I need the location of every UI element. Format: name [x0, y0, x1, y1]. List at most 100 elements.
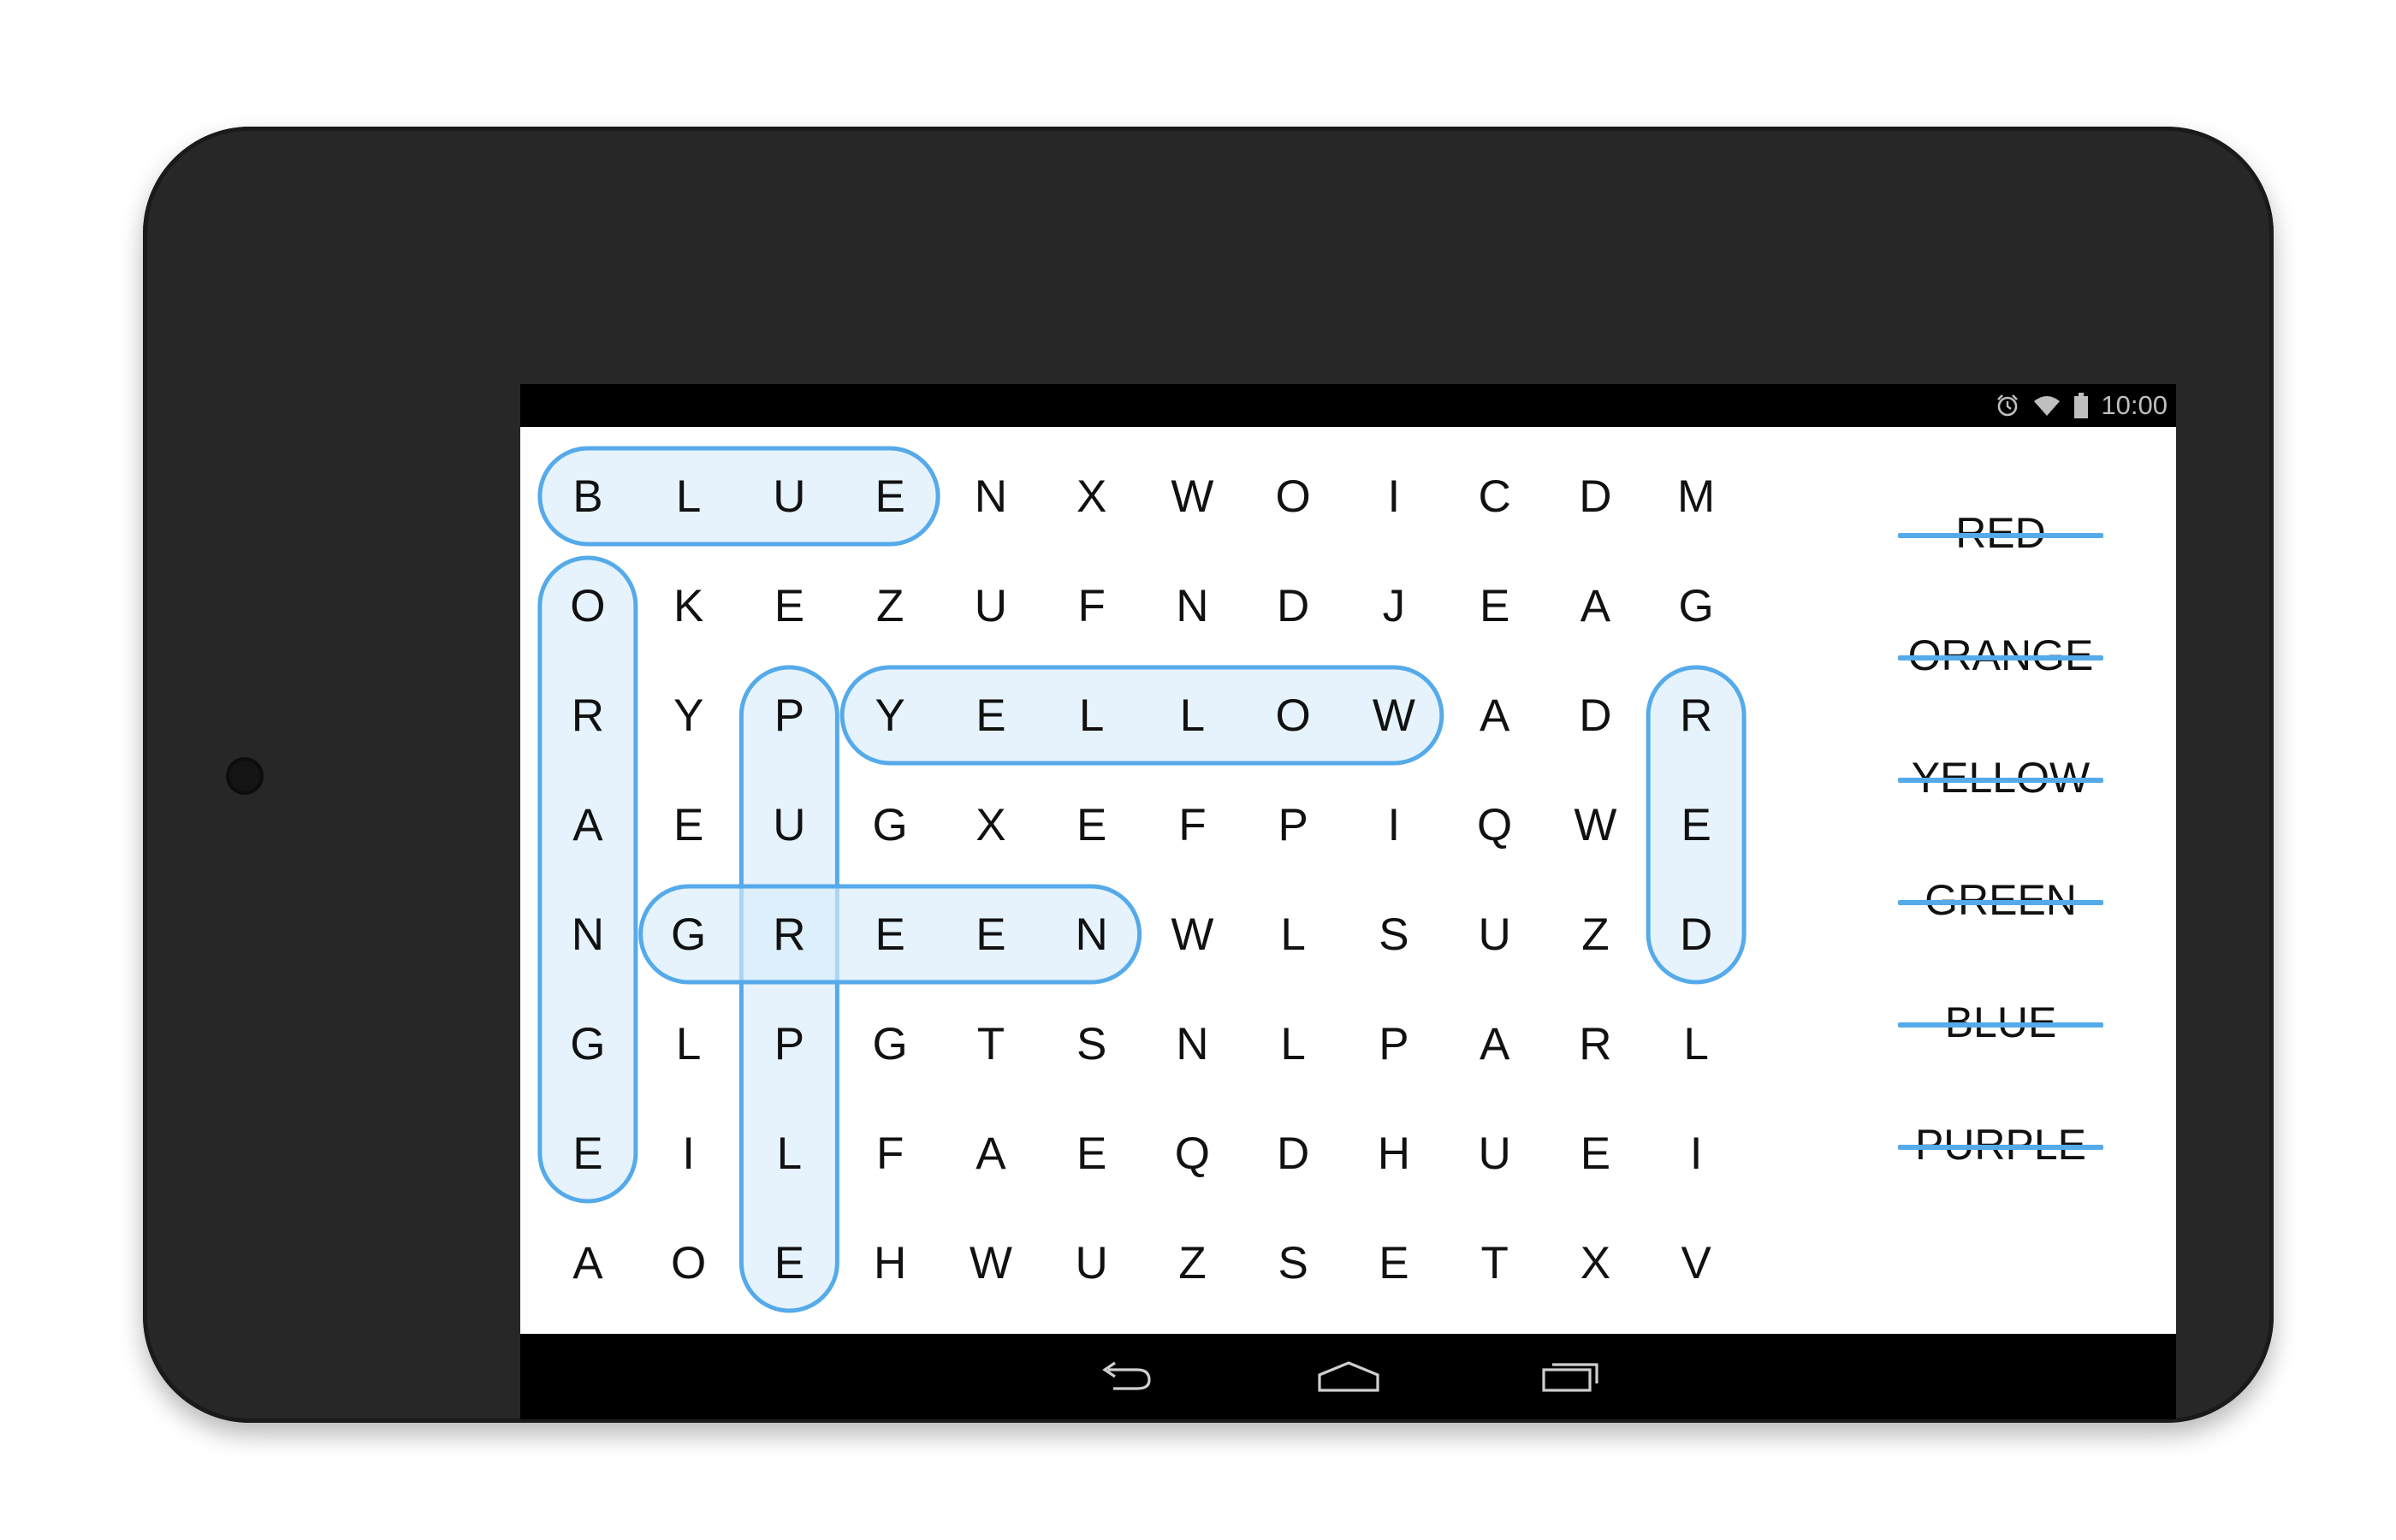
grid-cell[interactable]: E — [839, 880, 940, 989]
grid-cell[interactable]: X — [1545, 1208, 1646, 1318]
grid-cell[interactable]: W — [1545, 770, 1646, 880]
grid-cell[interactable]: X — [1041, 441, 1142, 551]
grid-cell[interactable]: E — [739, 551, 840, 660]
grid-cell[interactable]: Y — [638, 660, 739, 770]
grid-cell[interactable]: H — [839, 1208, 940, 1318]
grid-cell[interactable]: I — [638, 1099, 739, 1208]
grid-cell[interactable]: U — [739, 770, 840, 880]
grid-cell[interactable]: I — [1343, 441, 1444, 551]
grid-cell[interactable]: S — [1041, 989, 1142, 1099]
grid-cell[interactable]: E — [1041, 770, 1142, 880]
grid-cell[interactable]: U — [1444, 1099, 1545, 1208]
grid-cell[interactable]: D — [1545, 441, 1646, 551]
grid-cell[interactable]: A — [1444, 660, 1545, 770]
grid-cell[interactable]: W — [1142, 880, 1243, 989]
grid-cell[interactable]: E — [537, 1099, 638, 1208]
grid-cell[interactable]: L — [638, 441, 739, 551]
grid-cell[interactable]: K — [638, 551, 739, 660]
grid-cell[interactable]: L — [638, 989, 739, 1099]
grid-cell[interactable]: I — [1343, 770, 1444, 880]
grid-cell[interactable]: T — [940, 989, 1041, 1099]
grid-cell[interactable]: D — [1545, 660, 1646, 770]
grid-cell[interactable]: G — [1646, 551, 1747, 660]
grid-cell[interactable]: Z — [839, 551, 940, 660]
grid-cell[interactable]: F — [839, 1099, 940, 1208]
grid-cell[interactable]: E — [1545, 1099, 1646, 1208]
grid-cell[interactable]: L — [1242, 880, 1343, 989]
grid-cell[interactable]: U — [940, 551, 1041, 660]
grid-cell[interactable]: I — [1646, 1099, 1747, 1208]
grid-cell[interactable]: N — [940, 441, 1041, 551]
grid-cell[interactable]: N — [1041, 880, 1142, 989]
grid-cell[interactable]: P — [1242, 770, 1343, 880]
grid-cell[interactable]: L — [1646, 989, 1747, 1099]
grid-cell[interactable]: X — [940, 770, 1041, 880]
grid-cell[interactable]: L — [739, 1099, 840, 1208]
grid-cell[interactable]: Y — [839, 660, 940, 770]
grid-cell[interactable]: E — [839, 441, 940, 551]
grid-cell[interactable]: Q — [1444, 770, 1545, 880]
grid-cell[interactable]: T — [1444, 1208, 1545, 1318]
grid-cell[interactable]: A — [1444, 989, 1545, 1099]
grid-cell[interactable]: A — [537, 770, 638, 880]
grid-cell[interactable]: N — [1142, 989, 1243, 1099]
grid-cell[interactable]: A — [940, 1099, 1041, 1208]
grid-cell[interactable]: E — [940, 880, 1041, 989]
grid-cell[interactable]: O — [1242, 441, 1343, 551]
grid-cell[interactable]: E — [638, 770, 739, 880]
grid-cell[interactable]: Z — [1545, 880, 1646, 989]
grid-cell[interactable]: D — [1646, 880, 1747, 989]
grid-cell[interactable]: Z — [1142, 1208, 1243, 1318]
grid-cell[interactable]: E — [1041, 1099, 1142, 1208]
grid-cell[interactable]: F — [1142, 770, 1243, 880]
grid-cell[interactable]: R — [1545, 989, 1646, 1099]
grid-cell[interactable]: E — [739, 1208, 840, 1318]
grid-cell[interactable]: E — [1646, 770, 1747, 880]
back-button[interactable] — [1075, 1342, 1177, 1411]
grid-cell[interactable]: M — [1646, 441, 1747, 551]
grid-cell[interactable]: U — [739, 441, 840, 551]
grid-cell[interactable]: O — [638, 1208, 739, 1318]
grid-cell[interactable]: W — [940, 1208, 1041, 1318]
grid-cell[interactable]: D — [1242, 551, 1343, 660]
grid-cell[interactable]: P — [739, 660, 840, 770]
grid-cell[interactable]: R — [537, 660, 638, 770]
grid-cell[interactable]: F — [1041, 551, 1142, 660]
grid-cell[interactable]: J — [1343, 551, 1444, 660]
grid-cell[interactable]: G — [537, 989, 638, 1099]
grid-cell[interactable]: N — [1142, 551, 1243, 660]
grid-cell[interactable]: U — [1444, 880, 1545, 989]
grid-cell[interactable]: S — [1343, 880, 1444, 989]
letter-grid[interactable]: BLUENXWOICDMOKEZUFNDJEAGRYPYELLOWADRAEUG… — [537, 441, 1747, 1318]
grid-cell[interactable]: P — [739, 989, 840, 1099]
grid-cell[interactable]: U — [1041, 1208, 1142, 1318]
grid-cell[interactable]: E — [940, 660, 1041, 770]
grid-cell[interactable]: L — [1242, 989, 1343, 1099]
home-button[interactable] — [1297, 1342, 1400, 1411]
grid-cell[interactable]: B — [537, 441, 638, 551]
grid-cell[interactable]: R — [1646, 660, 1747, 770]
grid-cell[interactable]: O — [537, 551, 638, 660]
grid-cell[interactable]: E — [1343, 1208, 1444, 1318]
grid-cell[interactable]: L — [1142, 660, 1243, 770]
grid-cell[interactable]: A — [537, 1208, 638, 1318]
grid-cell[interactable]: V — [1646, 1208, 1747, 1318]
recents-button[interactable] — [1520, 1342, 1622, 1411]
grid-cell[interactable]: O — [1242, 660, 1343, 770]
grid-cell[interactable]: N — [537, 880, 638, 989]
grid-cell[interactable]: P — [1343, 989, 1444, 1099]
grid-cell[interactable]: W — [1142, 441, 1243, 551]
grid-cell[interactable]: C — [1444, 441, 1545, 551]
grid-cell[interactable]: A — [1545, 551, 1646, 660]
grid-cell[interactable]: L — [1041, 660, 1142, 770]
grid-cell[interactable]: W — [1343, 660, 1444, 770]
grid-cell[interactable]: G — [839, 989, 940, 1099]
grid-cell[interactable]: G — [839, 770, 940, 880]
grid-cell[interactable]: D — [1242, 1099, 1343, 1208]
grid-cell[interactable]: G — [638, 880, 739, 989]
grid-cell[interactable]: E — [1444, 551, 1545, 660]
grid-cell[interactable]: H — [1343, 1099, 1444, 1208]
grid-cell[interactable]: R — [739, 880, 840, 989]
grid-cell[interactable]: S — [1242, 1208, 1343, 1318]
grid-cell[interactable]: Q — [1142, 1099, 1243, 1208]
